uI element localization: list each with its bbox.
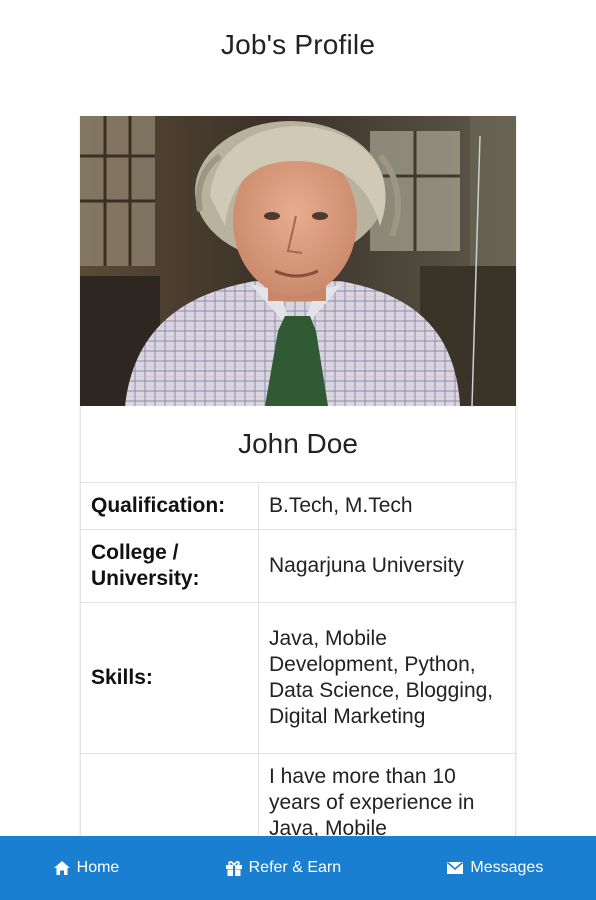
qualification-value: B.Tech, M.Tech [258, 482, 516, 530]
profile-details-table: Qualification: B.Tech, M.Tech College / … [80, 482, 516, 854]
skills-label: Skills: [80, 602, 259, 754]
envelope-icon [447, 861, 464, 874]
nav-home[interactable]: Home [53, 859, 120, 877]
nav-refer-earn-label: Refer & Earn [248, 859, 342, 876]
skills-value: Java, Mobile Development, Python, Data S… [258, 602, 516, 754]
profile-photo [80, 116, 516, 406]
page-header: Job's Profile [0, 0, 596, 90]
table-row: Qualification: B.Tech, M.Tech [80, 482, 516, 530]
home-icon [53, 861, 70, 875]
gift-icon [225, 861, 242, 876]
bottom-nav: Home Refer & Earn Messages [0, 836, 596, 900]
nav-home-label: Home [76, 859, 120, 876]
profile-name: John Doe [238, 428, 358, 459]
college-label: College / University: [80, 529, 259, 603]
profile-name-bar: John Doe [80, 406, 516, 482]
college-value: Nagarjuna University [258, 529, 516, 603]
qualification-label: Qualification: [80, 482, 259, 530]
page-title: Job's Profile [220, 29, 376, 60]
table-row: Skills: Java, Mobile Development, Python… [80, 602, 516, 754]
nav-messages-label: Messages [470, 859, 544, 876]
portrait-photo [80, 116, 516, 406]
profile-card: John Doe Qualification: B.Tech, M.Tech C… [80, 116, 516, 854]
nav-refer-earn[interactable]: Refer & Earn [225, 859, 341, 877]
nav-messages[interactable]: Messages [446, 859, 543, 877]
table-row: College / University: Nagarjuna Universi… [80, 529, 516, 603]
